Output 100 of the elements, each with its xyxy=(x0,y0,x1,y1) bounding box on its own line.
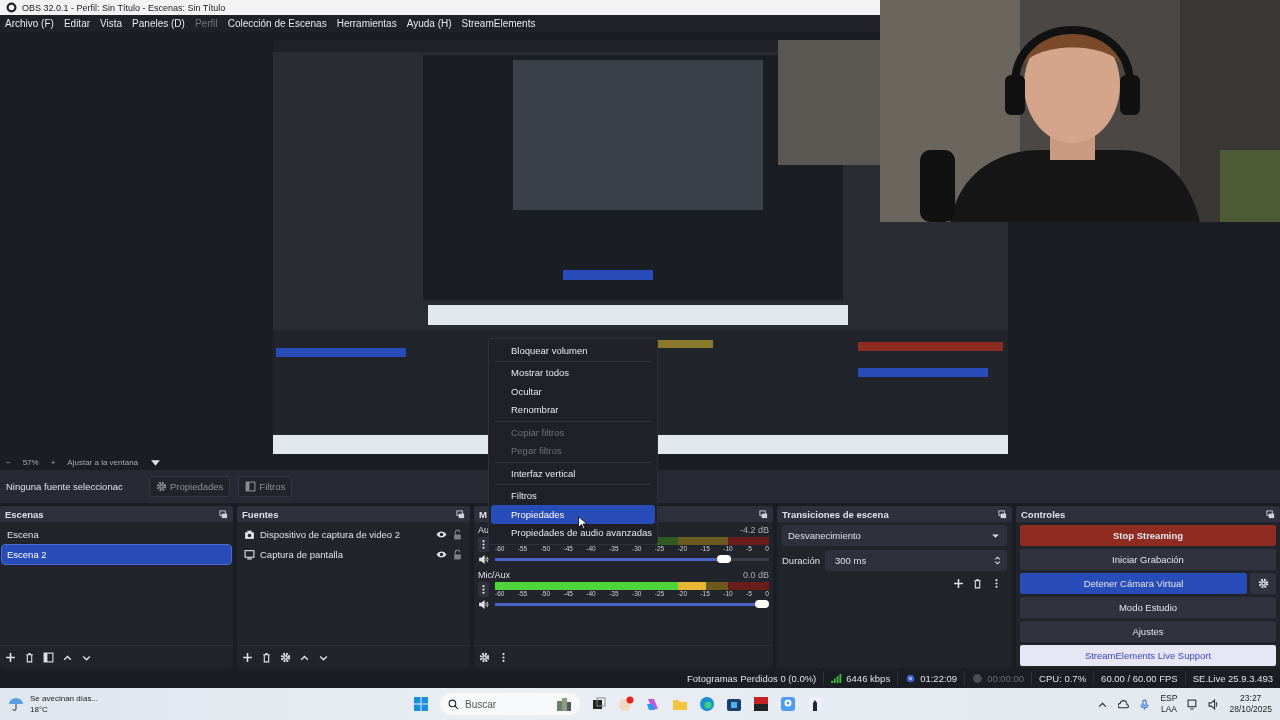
float-icon[interactable] xyxy=(759,509,768,519)
signal-icon xyxy=(831,672,843,684)
network-icon[interactable] xyxy=(1187,698,1199,710)
camera-icon xyxy=(244,529,255,540)
dock-title: Controles xyxy=(1021,508,1066,520)
weather-text[interactable]: Se avecinan días... xyxy=(30,693,99,704)
temperature: 18°C xyxy=(30,704,49,715)
control-button[interactable]: Iniciar Grabación xyxy=(1020,549,1276,570)
store-icon[interactable] xyxy=(726,696,742,712)
trash-icon[interactable] xyxy=(972,578,983,589)
eye-icon[interactable] xyxy=(436,549,447,560)
speaker-icon[interactable] xyxy=(1208,698,1220,710)
figure-app-icon[interactable] xyxy=(807,696,823,712)
umbrella-icon[interactable] xyxy=(8,696,24,712)
cpu-usage: CPU: 0.7% xyxy=(1039,672,1087,684)
source-status: Ninguna fuente seleccionac xyxy=(6,481,124,492)
duration-field[interactable]: 300 ms xyxy=(825,550,1007,571)
dock-title: Transiciones de escena xyxy=(782,508,889,520)
menu-item[interactable]: Renombrar xyxy=(491,400,655,419)
dropdown-caret-icon[interactable] xyxy=(150,457,162,468)
stream-time: 01:22:09 xyxy=(920,672,958,684)
source-name[interactable]: Captura de pantalla xyxy=(260,549,431,560)
control-button[interactable]: Detener Cámara Virtual xyxy=(1020,573,1247,594)
zoom-out-button[interactable]: − xyxy=(6,458,11,467)
browser-icon[interactable] xyxy=(699,696,715,712)
monitor-icon xyxy=(244,549,255,560)
scene-item[interactable]: Escena xyxy=(2,525,231,544)
toolbar-button[interactable]: Filtros xyxy=(238,476,293,497)
trash-icon[interactable] xyxy=(24,651,35,663)
webcam-app-icon[interactable] xyxy=(780,696,796,712)
channel-name: Mic/Aux xyxy=(478,570,510,580)
menu-item[interactable]: Paneles (D) xyxy=(132,18,185,29)
menu-item[interactable]: Ocultar xyxy=(491,382,655,401)
control-button[interactable]: Stop Streaming xyxy=(1020,525,1276,546)
volume-reading: 0.0 dB xyxy=(742,570,769,580)
speaker-icon[interactable] xyxy=(478,598,489,610)
float-icon[interactable] xyxy=(456,509,465,519)
filter-icon xyxy=(245,481,257,492)
keyboard-layout[interactable]: LAA xyxy=(1160,704,1177,715)
transition-dropdown[interactable]: Desvanecimiento xyxy=(782,525,1007,546)
menu-item[interactable]: Bloquear volumen xyxy=(491,341,655,360)
fit-option[interactable]: Ajustar a la ventana xyxy=(67,458,139,467)
menu-item[interactable]: Vista xyxy=(100,18,123,29)
add-icon[interactable] xyxy=(242,651,253,663)
control-button[interactable]: StreamElements Live Support xyxy=(1020,645,1276,666)
clock-time[interactable]: 23:27 xyxy=(1240,693,1262,704)
menu-item[interactable]: Colección de Escenas xyxy=(227,18,327,29)
source-name[interactable]: Dispositivo de captura de video 2 xyxy=(260,529,431,540)
lock-icon[interactable] xyxy=(452,529,463,540)
filter-icon[interactable] xyxy=(43,651,54,663)
slider-thumb[interactable] xyxy=(716,555,731,563)
volume-reading: -4.2 dB xyxy=(739,525,769,535)
menu-item[interactable]: Propiedades de audio avanzadas xyxy=(491,523,655,542)
search-field[interactable]: Buscar xyxy=(440,693,580,715)
bitrate: 6446 kbps xyxy=(846,672,891,684)
search-icon xyxy=(448,698,459,710)
menu-item[interactable]: Interfaz vertical xyxy=(491,464,655,483)
microphone-icon[interactable] xyxy=(1139,698,1151,710)
task-view-icon[interactable] xyxy=(591,696,607,712)
language-code[interactable]: ESP xyxy=(1160,693,1178,704)
menu-item[interactable]: Herramientas xyxy=(336,18,397,29)
menu-item[interactable]: Mostrar todos xyxy=(491,363,655,382)
settings-icon[interactable] xyxy=(156,481,167,492)
spin-arrows-icon[interactable] xyxy=(992,555,1003,566)
window-title: OBS 32.0.1 - Perfil: Sin Título - Escenas: Sin Título xyxy=(22,2,226,13)
float-icon[interactable] xyxy=(998,509,1007,519)
menu-item[interactable]: Ayuda (H) xyxy=(406,18,452,29)
float-icon[interactable] xyxy=(219,509,228,519)
menu-item[interactable]: Editar xyxy=(63,18,91,29)
record-time: 00:00:00 xyxy=(987,672,1025,684)
zoom-level: 57% xyxy=(22,458,39,467)
obs-app-icon[interactable] xyxy=(618,696,634,712)
zoom-in-button[interactable]: + xyxy=(50,458,56,467)
copilot-icon[interactable] xyxy=(645,696,661,712)
float-icon[interactable] xyxy=(1266,509,1275,519)
control-button[interactable]: Ajustes xyxy=(1020,621,1276,642)
menu-item[interactable]: StreamElements xyxy=(461,18,536,29)
menu-item[interactable]: Filtros xyxy=(491,486,655,505)
duration-label: Duración xyxy=(782,555,821,566)
menu-item[interactable]: Archivo (F) xyxy=(5,18,54,29)
dock-title: M xyxy=(479,508,487,520)
toolbar-button[interactable]: Propiedades xyxy=(149,476,231,497)
lock-icon[interactable] xyxy=(452,549,463,560)
menu-item[interactable]: Propiedades xyxy=(491,505,655,524)
fps-reading: 60.00 / 60.00 FPS xyxy=(1101,672,1178,684)
speaker-icon[interactable] xyxy=(478,553,489,565)
settings-button[interactable] xyxy=(1250,573,1276,594)
cloud-icon[interactable] xyxy=(1118,698,1130,710)
mixer-app-icon[interactable] xyxy=(753,696,769,712)
add-icon[interactable] xyxy=(953,578,964,589)
clock-date[interactable]: 28/10/2025 xyxy=(1229,704,1272,715)
scene-item[interactable]: Escena 2 xyxy=(2,545,231,564)
eye-icon[interactable] xyxy=(436,529,447,540)
trash-icon[interactable] xyxy=(261,651,272,663)
add-icon[interactable] xyxy=(5,651,16,663)
version-label: SE.Live 25.9.3.493 xyxy=(1192,672,1273,684)
record-icon xyxy=(972,672,984,684)
slider-thumb[interactable] xyxy=(755,600,769,608)
control-button[interactable]: Modo Estudio xyxy=(1020,597,1276,618)
windows-start-icon[interactable] xyxy=(413,696,429,712)
